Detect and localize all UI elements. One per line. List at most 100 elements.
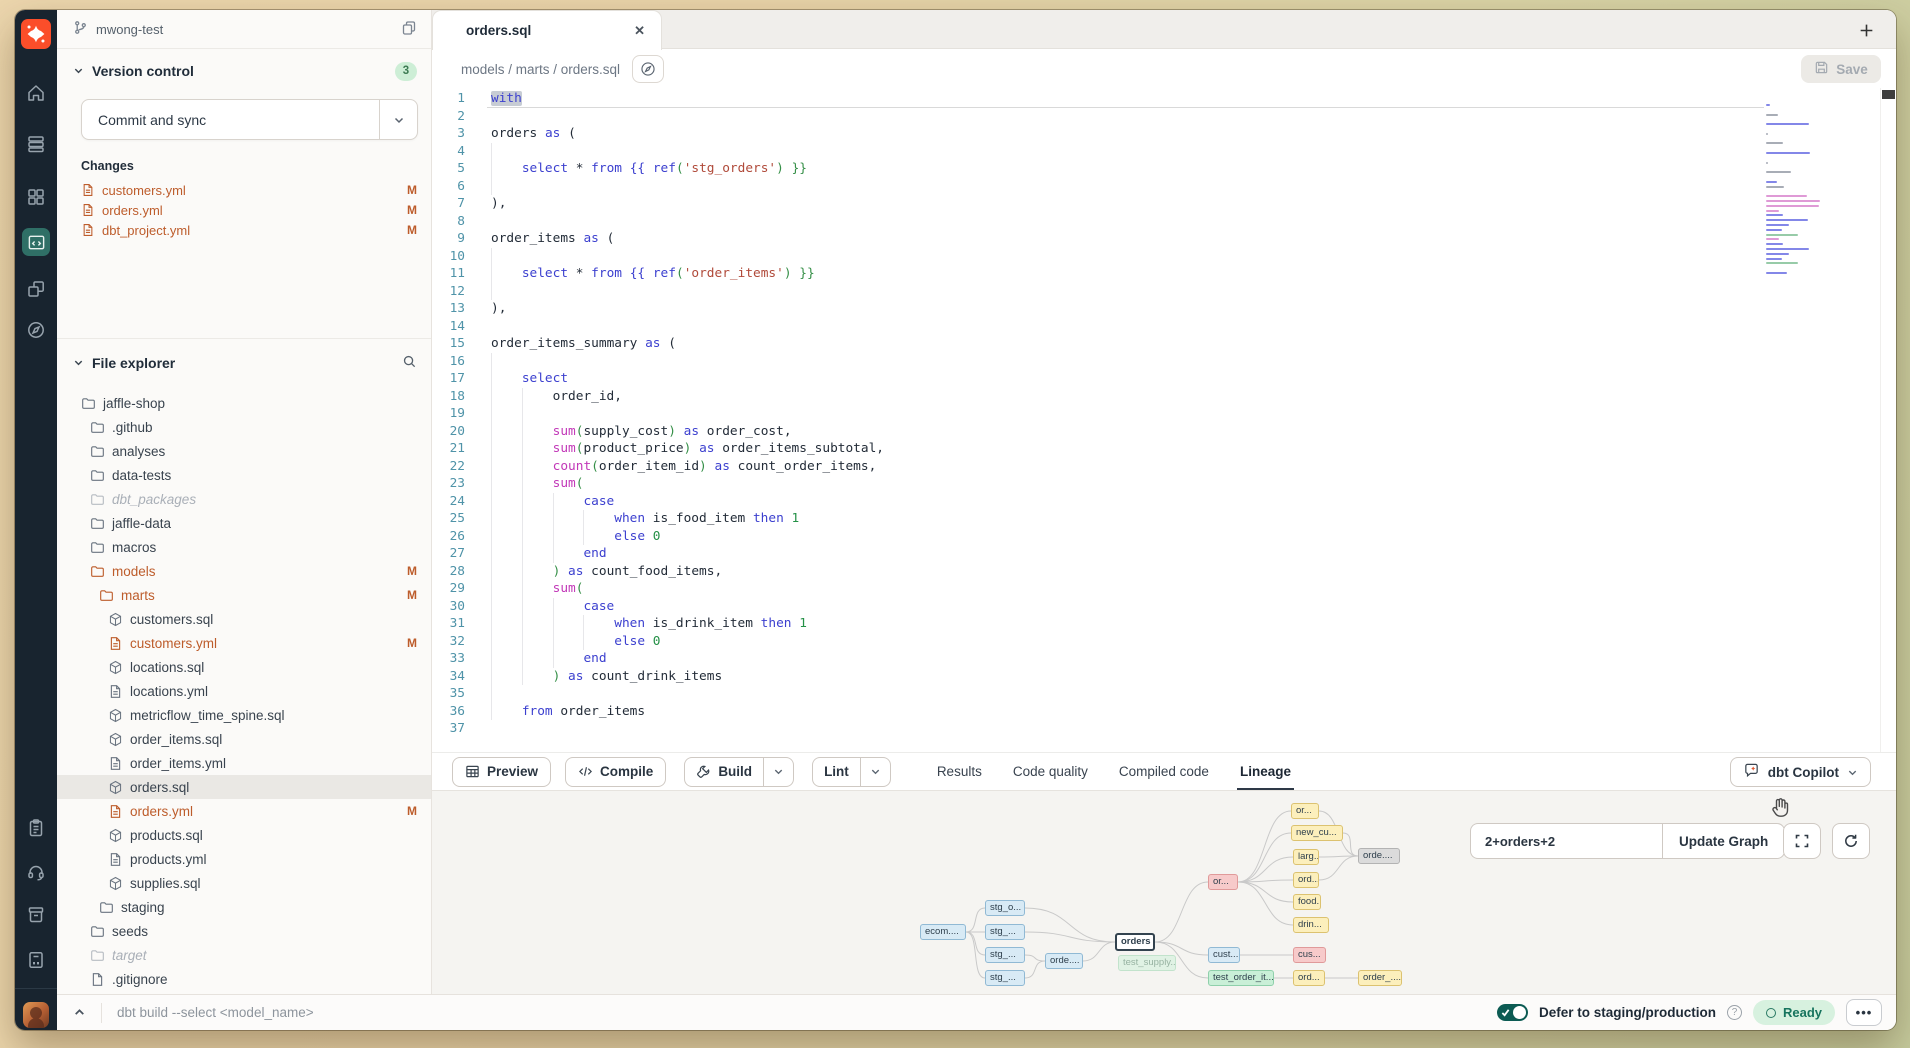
changed-file-dbt_project.yml[interactable]: dbt_project.ymlM (81, 220, 421, 240)
lineage-node-or[interactable]: or... (1291, 803, 1319, 819)
lineage-node-new_cu[interactable]: new_cu... (1291, 825, 1343, 841)
lineage-node-ord[interactable]: ord... (1293, 970, 1325, 986)
file-tree-item-.gitignore[interactable]: .gitignore (57, 967, 431, 991)
lineage-selector-input[interactable] (1485, 834, 1662, 849)
code-line-11[interactable]: 11select * from {{ ref('order_items') }} (432, 265, 1896, 283)
file-tree-item-order_items.yml[interactable]: order_items.yml (57, 751, 431, 775)
file-tree-item-metricflow_time_spine.sql[interactable]: metricflow_time_spine.sql (57, 703, 431, 727)
tab-lineage[interactable]: Lineage (1240, 753, 1291, 790)
tab-code-quality[interactable]: Code quality (1013, 753, 1088, 790)
lineage-node-test_order_it[interactable]: test_order_it... (1208, 970, 1274, 986)
code-line-3[interactable]: 3orders as ( (432, 125, 1896, 143)
file-tree-item-locations.sql[interactable]: locations.sql (57, 655, 431, 679)
code-line-32[interactable]: 32else 0 (432, 633, 1896, 651)
file-tree-item-products.yml[interactable]: products.yml (57, 847, 431, 871)
save-button[interactable]: Save (1801, 55, 1881, 83)
file-tree-item-supplies.sql[interactable]: supplies.sql (57, 871, 431, 895)
code-line-28[interactable]: 28) as count_food_items, (432, 563, 1896, 581)
code-line-19[interactable]: 19 (432, 405, 1896, 423)
archive-icon[interactable] (26, 905, 46, 925)
code-line-17[interactable]: 17select (432, 370, 1896, 388)
code-line-27[interactable]: 27end (432, 545, 1896, 563)
lint-options-chevron[interactable] (860, 758, 890, 786)
code-line-9[interactable]: 9order_items as ( (432, 230, 1896, 248)
commit-options-chevron[interactable] (379, 100, 417, 139)
code-line-8[interactable]: 8 (432, 213, 1896, 231)
commit-and-sync-button[interactable]: Commit and sync (81, 99, 418, 140)
lineage-node-order_[interactable]: order_.... (1358, 970, 1402, 986)
fullscreen-icon[interactable] (1783, 823, 1821, 859)
code-line-37[interactable]: 37 (432, 720, 1896, 738)
new-tab-button[interactable] (1854, 18, 1878, 42)
code-editor[interactable]: 1with23orders as (45select * from {{ ref… (432, 88, 1896, 752)
file-explorer-title[interactable]: File explorer (92, 355, 175, 371)
file-tree-item-dbt_packages[interactable]: dbt_packages (57, 487, 431, 511)
tab-orders-sql[interactable]: orders.sql ✕ (432, 10, 662, 50)
code-line-1[interactable]: 1with (432, 90, 1896, 108)
code-line-13[interactable]: 13), (432, 300, 1896, 318)
code-line-29[interactable]: 29sum( (432, 580, 1896, 598)
status-badge[interactable]: Ready (1753, 1000, 1835, 1025)
refresh-icon[interactable] (1832, 823, 1870, 859)
home-icon[interactable] (26, 83, 46, 103)
file-tree-item-target[interactable]: target (57, 943, 431, 967)
chevron-up-icon[interactable] (57, 1006, 101, 1019)
code-line-10[interactable]: 10 (432, 248, 1896, 266)
preview-button[interactable]: Preview (452, 757, 551, 787)
compare-icon[interactable] (26, 279, 46, 299)
close-icon[interactable]: ✕ (634, 23, 645, 39)
code-line-2[interactable]: 2 (432, 108, 1896, 126)
code-line-12[interactable]: 12 (432, 283, 1896, 301)
develop-icon[interactable] (22, 228, 50, 256)
tasks-icon[interactable] (26, 818, 46, 838)
info-icon[interactable]: ? (1727, 1005, 1742, 1020)
lineage-node-stg_[interactable]: stg_... (985, 924, 1025, 940)
file-tree-item-marts[interactable]: martsM (57, 583, 431, 607)
branch-name[interactable]: mwong-test (96, 22, 163, 37)
minimap[interactable] (1766, 104, 1830, 281)
update-graph-button[interactable]: Update Graph (1662, 823, 1785, 859)
copy-icon[interactable] (401, 20, 417, 39)
lineage-node-ord[interactable]: ord... (1293, 872, 1319, 888)
code-line-20[interactable]: 20sum(supply_cost) as order_cost, (432, 423, 1896, 441)
lineage-node-orde[interactable]: orde.... (1358, 848, 1400, 864)
changed-file-orders.yml[interactable]: orders.ymlM (81, 200, 421, 220)
file-tree-item-order_items.sql[interactable]: order_items.sql (57, 727, 431, 751)
code-line-15[interactable]: 15order_items_summary as ( (432, 335, 1896, 353)
file-tree-item-.github[interactable]: .github (57, 415, 431, 439)
code-line-18[interactable]: 18order_id, (432, 388, 1896, 406)
lineage-node-or[interactable]: or... (1208, 874, 1238, 890)
file-tree-item-jaffle-data[interactable]: jaffle-data (57, 511, 431, 535)
file-tree-item-orders.sql[interactable]: orders.sql (57, 775, 431, 799)
lineage-node-stg_[interactable]: stg_... (985, 970, 1025, 986)
lineage-node-orde[interactable]: orde.... (1045, 953, 1083, 969)
user-avatar[interactable] (23, 1002, 49, 1028)
lineage-node-drin[interactable]: drin... (1293, 917, 1329, 933)
code-line-4[interactable]: 4 (432, 143, 1896, 161)
tab-compiled-code[interactable]: Compiled code (1119, 753, 1209, 790)
lineage-node-stg_[interactable]: stg_... (985, 947, 1025, 963)
deploy-icon[interactable] (26, 134, 46, 154)
more-options-button[interactable]: ••• (1846, 999, 1882, 1026)
code-line-30[interactable]: 30case (432, 598, 1896, 616)
build-button[interactable]: Build (685, 758, 763, 786)
file-tree-item-analyses[interactable]: analyses (57, 439, 431, 463)
code-line-24[interactable]: 24case (432, 493, 1896, 511)
code-line-7[interactable]: 7), (432, 195, 1896, 213)
compile-button[interactable]: Compile (565, 757, 666, 787)
tab-results[interactable]: Results (937, 753, 982, 790)
lineage-node-ecom[interactable]: ecom.... (920, 924, 966, 940)
lint-button[interactable]: Lint (813, 758, 860, 786)
changed-file-customers.yml[interactable]: customers.ymlM (81, 180, 421, 200)
version-control-title[interactable]: Version control (92, 63, 194, 79)
file-tree-item-products.sql[interactable]: products.sql (57, 823, 431, 847)
orchestration-icon[interactable] (26, 320, 46, 340)
file-tree-item-locations.yml[interactable]: locations.yml (57, 679, 431, 703)
file-tree-item-seeds[interactable]: seeds (57, 919, 431, 943)
code-line-33[interactable]: 33end (432, 650, 1896, 668)
scrollbar-track[interactable] (1880, 88, 1896, 752)
file-tree-item-data-tests[interactable]: data-tests (57, 463, 431, 487)
file-tree-item-customers.yml[interactable]: customers.ymlM (57, 631, 431, 655)
code-line-22[interactable]: 22count(order_item_id) as count_order_it… (432, 458, 1896, 476)
file-tree-item-customers.sql[interactable]: customers.sql (57, 607, 431, 631)
